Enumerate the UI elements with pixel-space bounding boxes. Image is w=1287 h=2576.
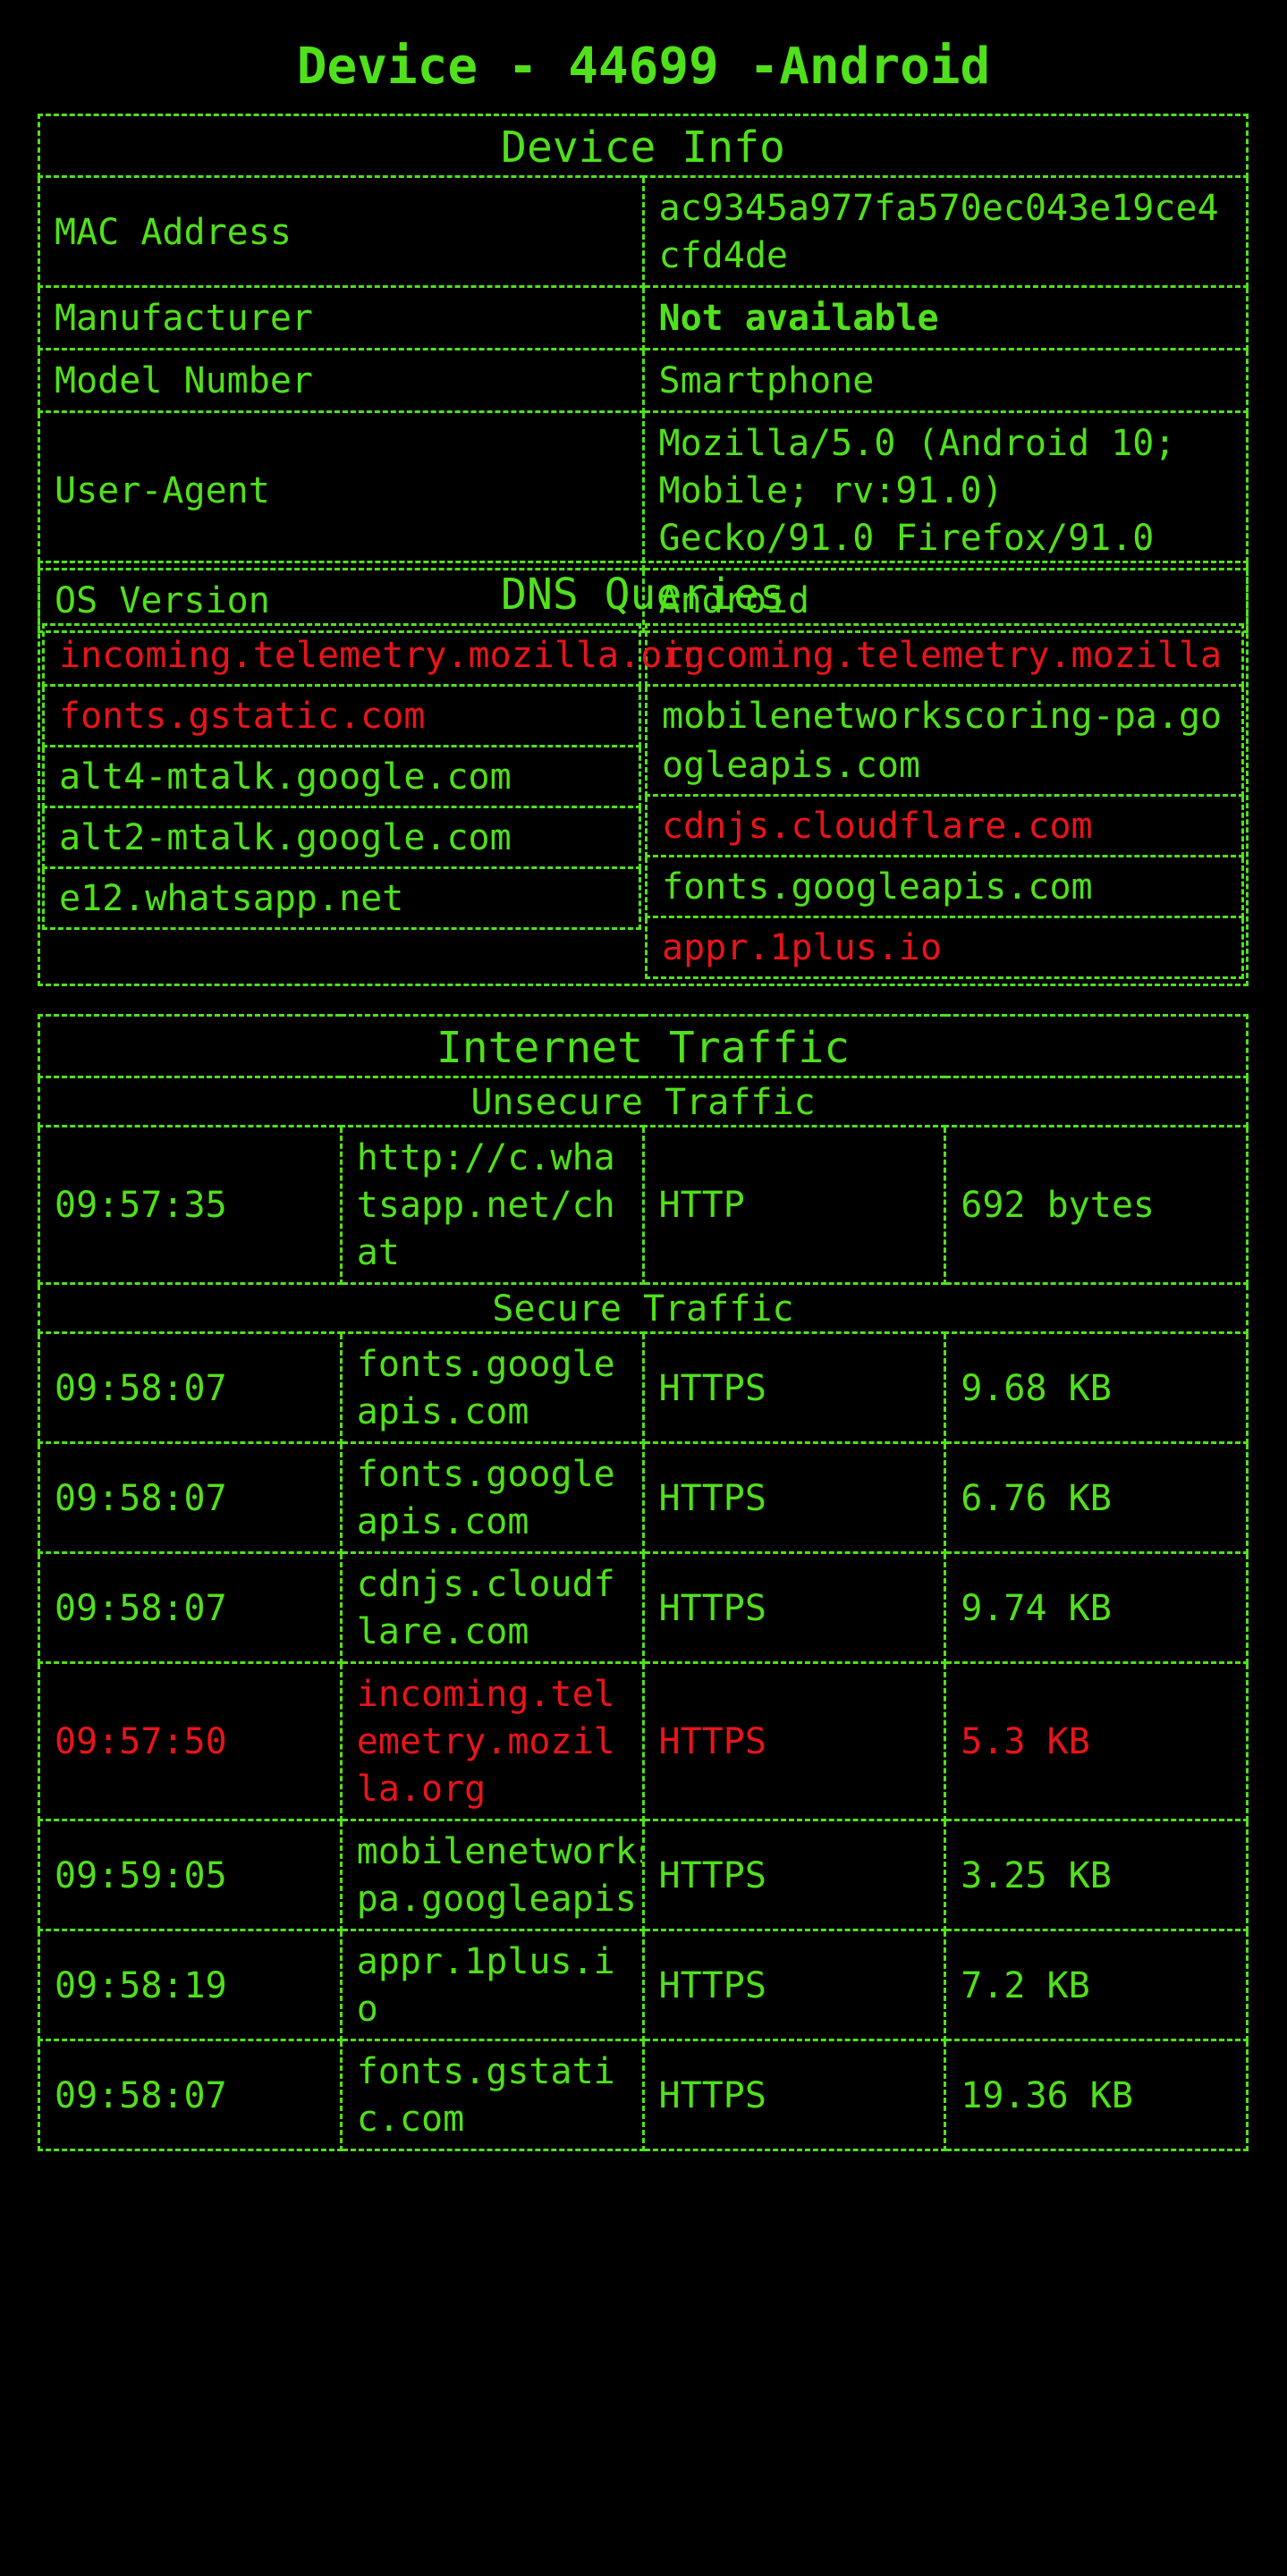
traffic-protocol: HTTP [641,1125,947,1285]
traffic-protocol: HTTPS [641,1819,947,1931]
internet-traffic-table: Internet Traffic Unsecure Traffic 09:57:… [38,1014,1249,2151]
unsecure-traffic-heading: Unsecure Traffic [38,1076,1249,1128]
dns-query-item: alt2-mtalk.google.com [42,806,641,869]
model-number-value: Smartphone [641,348,1249,413]
traffic-row: 09:58:07 fonts.googleapis.com HTTPS 6.76… [38,1441,1249,1554]
device-info-row: Manufacturer Not available [38,285,1249,351]
traffic-protocol: HTTPS [641,1661,947,1821]
traffic-protocol: HTTPS [641,1551,947,1664]
traffic-time: 09:58:07 [38,1331,343,1444]
manufacturer-value: Not available [641,285,1249,351]
traffic-size: 6.76 KB [944,1441,1249,1554]
dns-query-item: incoming.telemetry.mozilla.org [42,623,705,687]
traffic-time: 09:59:05 [38,1819,343,1931]
traffic-size: 3.25 KB [944,1819,1249,1931]
traffic-host: fonts.googleapis.com [339,1331,645,1444]
device-info-row: User-Agent Mozilla/5.0 (Android 10; Mobi… [38,410,1249,570]
device-info-row: MAC Address ac9345a977fa570ec043e19ce4cf… [38,175,1249,288]
traffic-row: 09:59:05 mobilenetworkscoring-pa.googlea… [38,1819,1249,1931]
mac-address-label: MAC Address [38,175,645,288]
traffic-host: mobilenetworkscoring-pa.googleapis.com [339,1819,645,1931]
traffic-size: 7.2 KB [944,1929,1249,2041]
manufacturer-label: Manufacturer [38,285,645,351]
page-title: Device - 44699 -Android [296,38,991,96]
traffic-size: 19.36 KB [944,2039,1249,2151]
dns-queries-left-list: incoming.telemetry.mozilla.org fonts.gst… [42,623,705,930]
dns-query-item: e12.whatsapp.net [42,866,641,930]
traffic-size: 692 bytes [944,1125,1249,1285]
traffic-host: fonts.gstatic.com [339,2039,645,2151]
secure-traffic-heading: Secure Traffic [38,1282,1249,1334]
mac-address-value: ac9345a977fa570ec043e19ce4cfd4de [641,175,1249,288]
traffic-protocol: HTTPS [641,1331,947,1444]
traffic-time: 09:57:50 [38,1661,343,1821]
traffic-host: http://c.whatsapp.net/chat [339,1125,645,1285]
model-number-label: Model Number [38,348,645,413]
traffic-time: 09:58:07 [38,2039,343,2151]
traffic-size: 5.3 KB [944,1661,1249,1821]
dns-query-item: appr.1plus.io [645,916,1244,979]
dns-query-item: mobilenetworkscoring-pa.googleapis.com [645,684,1244,797]
dns-queries-heading: DNS Queries [501,570,785,620]
traffic-row-flagged: 09:57:50 incoming.telemetry.mozilla.org … [38,1661,1249,1821]
traffic-row: 09:58:07 cdnjs.cloudflare.com HTTPS 9.74… [38,1551,1249,1664]
traffic-host: appr.1plus.io [339,1929,645,2041]
internet-traffic-heading: Internet Traffic [38,1014,1249,1078]
traffic-time: 09:58:19 [38,1929,343,2041]
device-info-table: Device Info MAC Address ac9345a977fa570e… [38,114,1249,633]
dns-queries-right-list: incoming.telemetry.mozilla mobilenetwork… [645,623,1244,979]
dns-query-item: alt4-mtalk.google.com [42,745,641,808]
dns-query-item: fonts.gstatic.com [42,684,641,747]
traffic-size: 9.74 KB [944,1551,1249,1664]
traffic-protocol: HTTPS [641,1441,947,1554]
dns-query-item: cdnjs.cloudflare.com [645,794,1244,857]
traffic-size: 9.68 KB [944,1331,1249,1444]
traffic-time: 09:58:07 [38,1441,343,1554]
dns-query-item: incoming.telemetry.mozilla [645,623,1244,687]
traffic-row: 09:57:35 http://c.whatsapp.net/chat HTTP… [38,1125,1249,1285]
device-info-heading: Device Info [38,114,1249,178]
user-agent-value: Mozilla/5.0 (Android 10; Mobile; rv:91.0… [641,410,1249,570]
dns-query-item: fonts.googleapis.com [645,855,1244,918]
traffic-host: incoming.telemetry.mozilla.org [339,1661,645,1821]
traffic-host: fonts.googleapis.com [339,1441,645,1554]
traffic-host: cdnjs.cloudflare.com [339,1551,645,1664]
traffic-time: 09:58:07 [38,1551,343,1664]
device-info-row: Model Number Smartphone [38,348,1249,413]
traffic-row: 09:58:07 fonts.googleapis.com HTTPS 9.68… [38,1331,1249,1444]
traffic-protocol: HTTPS [641,2039,947,2151]
traffic-time: 09:57:35 [38,1125,343,1285]
user-agent-label: User-Agent [38,410,645,570]
traffic-row: 09:58:07 fonts.gstatic.com HTTPS 19.36 K… [38,2039,1249,2151]
traffic-protocol: HTTPS [641,1929,947,2041]
traffic-row: 09:58:19 appr.1plus.io HTTPS 7.2 KB [38,1929,1249,2041]
